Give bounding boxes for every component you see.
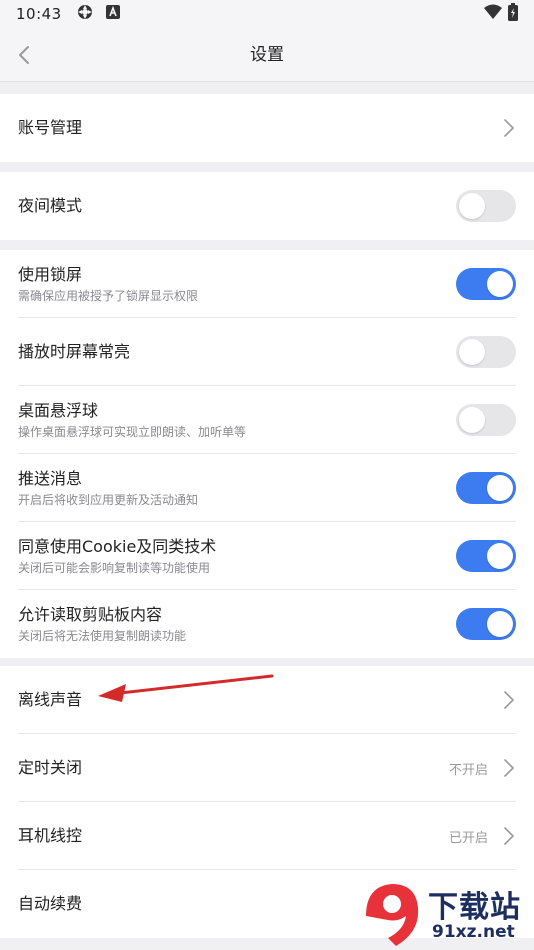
watermark-logo-icon: 9 xyxy=(366,884,419,946)
keep-screen-on-item: 播放时屏幕常亮 xyxy=(0,318,534,386)
chevron-right-icon xyxy=(502,826,516,846)
offline-voice-item[interactable]: 离线声音 xyxy=(0,666,534,734)
account-management-item[interactable]: 账号管理 xyxy=(0,94,534,162)
item-label: 播放时屏幕常亮 xyxy=(18,342,131,361)
status-time: 10:43 xyxy=(16,5,62,23)
item-label: 离线声音 xyxy=(18,690,83,709)
app-a-icon xyxy=(105,5,120,23)
floating-ball-toggle[interactable] xyxy=(456,404,516,436)
night-mode-toggle[interactable] xyxy=(456,190,516,222)
toggle-knob xyxy=(459,407,485,433)
item-label: 自动续费 xyxy=(18,894,83,913)
item-label: 耳机线控 xyxy=(18,826,83,845)
item-label: 夜间模式 xyxy=(18,196,83,215)
account-group: 账号管理 xyxy=(0,94,534,162)
push-notification-item: 推送消息 开启后将收到应用更新及活动通知 xyxy=(0,454,534,522)
toggle-knob xyxy=(487,611,513,637)
keep-screen-on-toggle[interactable] xyxy=(456,336,516,368)
lock-screen-toggle[interactable] xyxy=(456,268,516,300)
page-title: 设置 xyxy=(250,45,284,65)
item-description: 需确保应用被授予了锁屏显示权限 xyxy=(18,288,199,303)
sleep-timer-value: 不开启 xyxy=(448,762,488,778)
toggle-knob xyxy=(459,193,485,219)
chevron-right-icon xyxy=(502,118,516,138)
headset-control-value: 已开启 xyxy=(448,830,488,846)
item-label: 账号管理 xyxy=(18,118,83,137)
item-description: 关闭后将无法使用复制朗读功能 xyxy=(18,628,187,643)
item-label: 使用锁屏 xyxy=(18,264,83,284)
push-notification-toggle[interactable] xyxy=(456,472,516,504)
lock-screen-item: 使用锁屏 需确保应用被授予了锁屏显示权限 xyxy=(0,250,534,318)
watermark: 9 下载站 91xz.net xyxy=(358,876,534,950)
floating-ball-item: 桌面悬浮球 操作桌面悬浮球可实现立即朗读、加听单等 xyxy=(0,386,534,454)
cookie-consent-toggle[interactable] xyxy=(456,540,516,572)
sleep-timer-item[interactable]: 定时关闭 不开启 xyxy=(0,734,534,802)
toggle-knob xyxy=(487,475,513,501)
item-label: 允许读取剪贴板内容 xyxy=(18,604,163,624)
status-bar: 10:43 xyxy=(0,0,534,28)
watermark-text-cn: 下载站 xyxy=(428,890,521,925)
nav-bar: 设置 xyxy=(0,28,534,82)
battery-charging-icon xyxy=(508,3,518,25)
item-description: 开启后将收到应用更新及活动通知 xyxy=(18,492,199,507)
cookie-consent-item: 同意使用Cookie及同类技术 关闭后可能会影响复制读等功能使用 xyxy=(0,522,534,590)
toggle-knob xyxy=(459,339,485,365)
item-label: 同意使用Cookie及同类技术 xyxy=(18,536,217,556)
night-mode-item: 夜间模式 xyxy=(0,172,534,240)
item-label: 推送消息 xyxy=(18,468,83,488)
item-description: 操作桌面悬浮球可实现立即朗读、加听单等 xyxy=(18,424,247,439)
preferences-group: 使用锁屏 需确保应用被授予了锁屏显示权限 播放时屏幕常亮 桌面悬浮球 操作桌面悬… xyxy=(0,250,534,658)
item-label: 桌面悬浮球 xyxy=(18,400,99,420)
item-description: 关闭后可能会影响复制读等功能使用 xyxy=(18,560,211,575)
watermark-text-en: 91xz.net xyxy=(432,922,515,942)
settings-app-icon xyxy=(76,3,94,25)
item-label: 定时关闭 xyxy=(18,758,83,777)
toggle-knob xyxy=(487,271,513,297)
clipboard-access-toggle[interactable] xyxy=(456,608,516,640)
chevron-right-icon xyxy=(502,690,516,710)
night-mode-group: 夜间模式 xyxy=(0,172,534,240)
toggle-knob xyxy=(487,543,513,569)
chevron-right-icon xyxy=(502,758,516,778)
headset-control-item[interactable]: 耳机线控 已开启 xyxy=(0,802,534,870)
watermark-logo-mark: 9 xyxy=(382,923,390,937)
wifi-icon xyxy=(484,4,502,24)
clipboard-access-item: 允许读取剪贴板内容 关闭后将无法使用复制朗读功能 xyxy=(0,590,534,658)
